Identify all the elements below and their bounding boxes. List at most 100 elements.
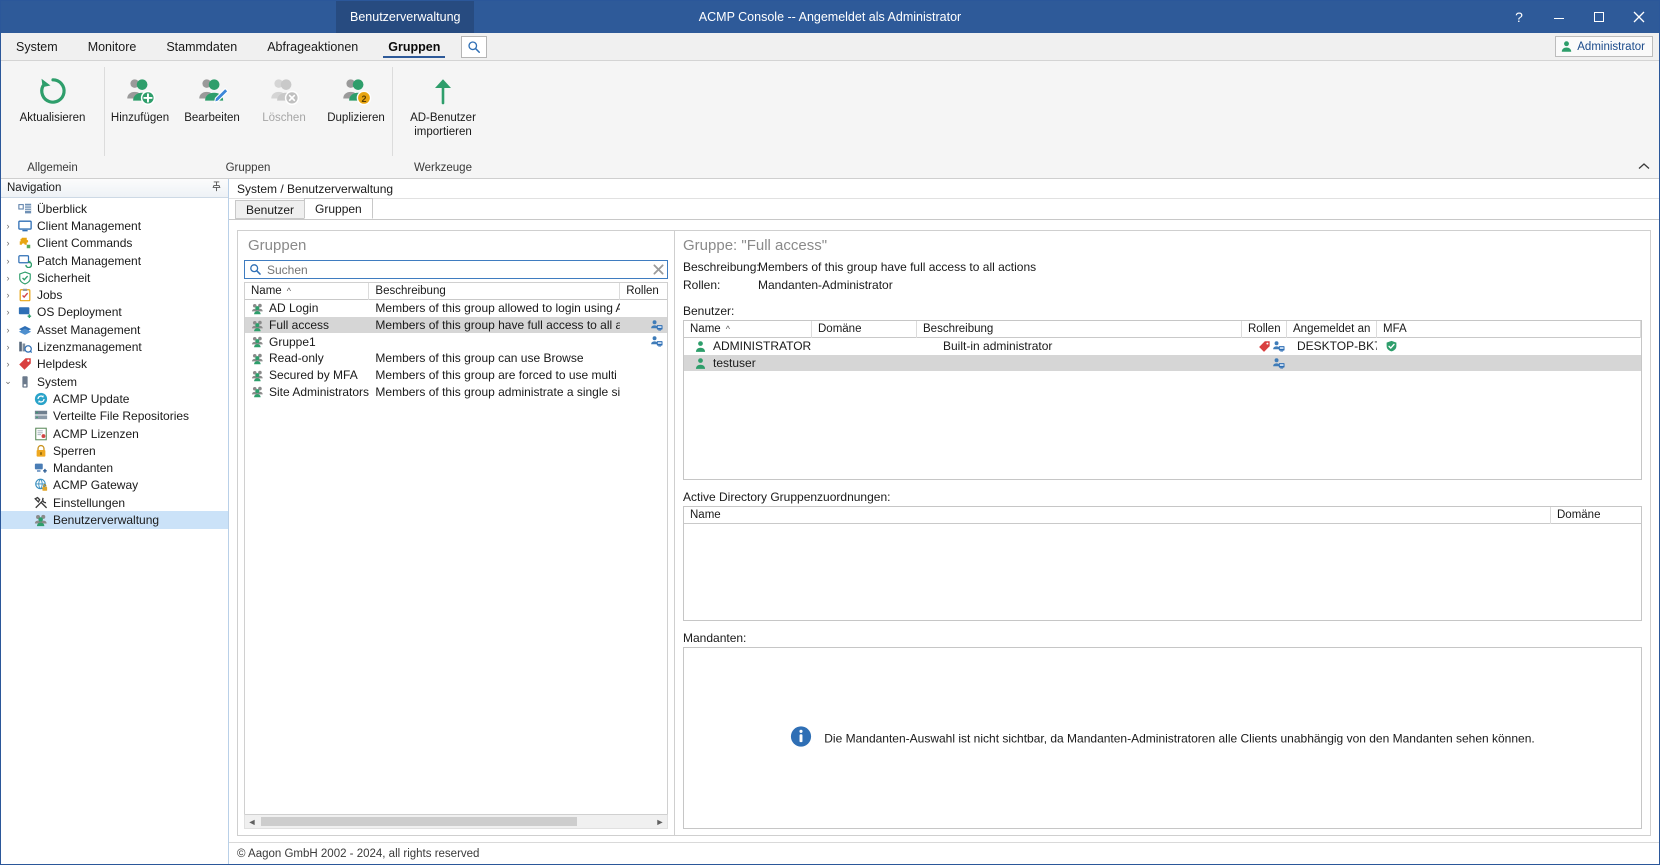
sidebar-item-asset-management[interactable]: ›Asset Management — [1, 321, 228, 338]
users-cell-name: ADMINISTRATOR — [684, 339, 812, 353]
ad-column-name[interactable]: Name — [684, 507, 1551, 524]
ribbon-collapse-button[interactable] — [1637, 162, 1651, 174]
sidebar-item-label: Mandanten — [50, 461, 113, 475]
sidebar-item-acmp-lizenzen[interactable]: ACMP Lizenzen — [1, 425, 228, 442]
clear-icon[interactable] — [649, 264, 667, 275]
chevron-down-icon[interactable]: ⌄ — [1, 376, 15, 387]
groups-table-row[interactable]: Full accessMembers of this group have fu… — [245, 317, 667, 334]
ribbon-button-aktualisieren[interactable]: Aktualisieren — [1, 65, 104, 125]
sidebar-item-einstellungen[interactable]: Einstellungen — [1, 494, 228, 511]
groups-table-row[interactable]: Read-onlyMembers of this group can use B… — [245, 350, 667, 367]
ribbon-button-loeschen[interactable]: Löschen — [248, 65, 320, 125]
current-user-label: Administrator — [1577, 41, 1645, 53]
groups-search-box[interactable] — [244, 260, 668, 279]
users-column-beschreibung[interactable]: Beschreibung — [917, 321, 1242, 338]
menu-item-abfrageaktionen[interactable]: Abfrageaktionen — [252, 33, 373, 60]
groups-horizontal-scrollbar[interactable]: ◄ ► — [244, 814, 668, 829]
sidebar-item-jobs[interactable]: ›Jobs — [1, 286, 228, 303]
ad-column-dom-ne[interactable]: Domäne — [1551, 507, 1641, 524]
scrollbar-thumb[interactable] — [261, 817, 577, 826]
sidebar-item-mandanten[interactable]: Mandanten — [1, 459, 228, 476]
groups-table-row[interactable]: Secured by MFAMembers of this group are … — [245, 367, 667, 384]
sidebar-item-verteilte-file-repositories[interactable]: Verteilte File Repositories — [1, 408, 228, 425]
groups-table-row[interactable]: Site AdministratorsMembers of this group… — [245, 383, 667, 400]
minimize-button[interactable] — [1539, 1, 1579, 33]
users-grid-body[interactable]: ADMINISTRATORBuilt-in administratorDESKT… — [684, 338, 1641, 479]
menu-item-stammdaten[interactable]: Stammdaten — [151, 33, 252, 60]
sidebar-item-benutzerverwaltung[interactable]: Benutzerverwaltung — [1, 511, 228, 528]
menu-label: Abfrageaktionen — [267, 40, 358, 54]
chevron-up-icon — [1637, 162, 1651, 171]
sidebar-item-client-management[interactable]: ›Client Management — [1, 217, 228, 234]
sidebar-item-acmp-update[interactable]: ACMP Update — [1, 390, 228, 407]
tab-gruppen[interactable]: Gruppen — [304, 198, 373, 219]
role-user-icon — [1272, 340, 1285, 353]
sidebar-item-sperren[interactable]: Sperren — [1, 442, 228, 459]
sidebar-item-label: ACMP Update — [50, 392, 129, 406]
info-icon — [790, 726, 812, 751]
ribbon-group-gruppen: Hinzufügen Bearbeiten — [104, 61, 392, 178]
ribbon-button-bearbeiten[interactable]: Bearbeiten — [176, 65, 248, 125]
menu-item-gruppen[interactable]: Gruppen — [373, 33, 455, 60]
chevron-right-icon[interactable]: › — [1, 256, 15, 266]
sidebar-item-system[interactable]: ⌄ System — [1, 373, 228, 390]
users-column-dom-ne[interactable]: Domäne — [812, 321, 917, 338]
groups-table-row[interactable]: AD LoginMembers of this group allowed to… — [245, 300, 667, 317]
groups-cell-beschreibung: Members of this group are forced to use … — [369, 368, 620, 382]
chevron-right-icon[interactable]: ► — [653, 817, 667, 827]
users-table-row[interactable]: testuser — [684, 355, 1641, 372]
pin-icon[interactable] — [211, 181, 222, 195]
maximize-button[interactable] — [1579, 1, 1619, 33]
sidebar-item-client-commands[interactable]: ›Client Commands — [1, 235, 228, 252]
menu-item-monitore[interactable]: Monitore — [73, 33, 152, 60]
chevron-left-icon[interactable]: ◄ — [245, 817, 259, 827]
document-tab-benutzerverwaltung[interactable]: Benutzerverwaltung — [336, 1, 474, 33]
menu-item-system[interactable]: System — [1, 33, 73, 60]
tenants-grid: Die Mandanten-Auswahl ist nicht sichtbar… — [683, 647, 1642, 829]
ribbon-button-duplizieren[interactable]: 2 Duplizieren — [320, 65, 392, 125]
users-column-angemeldet-an[interactable]: Angemeldet an — [1287, 321, 1377, 338]
ribbon-button-hinzufuegen[interactable]: Hinzufügen — [104, 65, 176, 125]
scrollbar-track[interactable] — [259, 815, 653, 828]
group-edit-icon — [195, 71, 229, 111]
sidebar-item-helpdesk[interactable]: ›Helpdesk — [1, 356, 228, 373]
chevron-right-icon[interactable]: › — [1, 238, 15, 248]
navigation-tree[interactable]: Überblick›Client Management›Client Comma… — [1, 198, 228, 864]
chevron-right-icon[interactable]: › — [1, 307, 15, 317]
groups-grid-body[interactable]: AD LoginMembers of this group allowed to… — [245, 300, 667, 814]
sidebar-item-lizenzmanagement[interactable]: ›Lizenzmanagement — [1, 338, 228, 355]
ribbon: Aktualisieren Allgemein Hinz — [1, 61, 1659, 179]
sort-asc-icon: ^ — [287, 286, 291, 296]
chevron-right-icon[interactable]: › — [1, 290, 15, 300]
shield-icon — [15, 271, 34, 285]
groups-search-input[interactable] — [265, 262, 649, 278]
sidebar-item-label: System — [34, 375, 77, 389]
sidebar-item-acmp-gateway[interactable]: ACMP Gateway — [1, 477, 228, 494]
close-button[interactable] — [1619, 1, 1659, 33]
sidebar-item-patch-management[interactable]: ›Patch Management — [1, 252, 228, 269]
users-grid: Name^DomäneBeschreibungRollenAngemeldet … — [683, 320, 1642, 480]
users-column-name[interactable]: Name^ — [684, 321, 812, 338]
ad-grid-body[interactable] — [684, 524, 1641, 620]
groups-table-row[interactable]: Gruppe1 — [245, 333, 667, 350]
sidebar-item-os-deployment[interactable]: ›OS Deployment — [1, 304, 228, 321]
users-column-rollen[interactable]: Rollen — [1242, 321, 1287, 338]
groups-column-beschreibung[interactable]: Beschreibung — [369, 283, 620, 300]
current-user-chip[interactable]: Administrator — [1555, 36, 1653, 57]
sidebar-item-sicherheit[interactable]: ›Sicherheit — [1, 269, 228, 286]
ribbon-button-ad-benutzer-importieren[interactable]: AD-Benutzer importieren — [392, 65, 494, 140]
minimize-icon — [1553, 11, 1565, 23]
users-table-row[interactable]: ADMINISTRATORBuilt-in administratorDESKT… — [684, 338, 1641, 355]
chevron-right-icon[interactable]: › — [1, 359, 15, 369]
groups-column-name[interactable]: Name ^ — [245, 283, 369, 300]
chevron-right-icon[interactable]: › — [1, 342, 15, 352]
help-button[interactable]: ? — [1499, 1, 1539, 33]
groups-column-rollen[interactable]: Rollen — [620, 283, 667, 300]
chevron-right-icon[interactable]: › — [1, 273, 15, 283]
chevron-right-icon[interactable]: › — [1, 325, 15, 335]
chevron-right-icon[interactable]: › — [1, 221, 15, 231]
tab-benutzer[interactable]: Benutzer — [235, 200, 305, 219]
users-column-mfa[interactable]: MFA — [1377, 321, 1641, 338]
sidebar-item-berblick[interactable]: Überblick — [1, 200, 228, 217]
menu-search-button[interactable] — [461, 36, 487, 58]
